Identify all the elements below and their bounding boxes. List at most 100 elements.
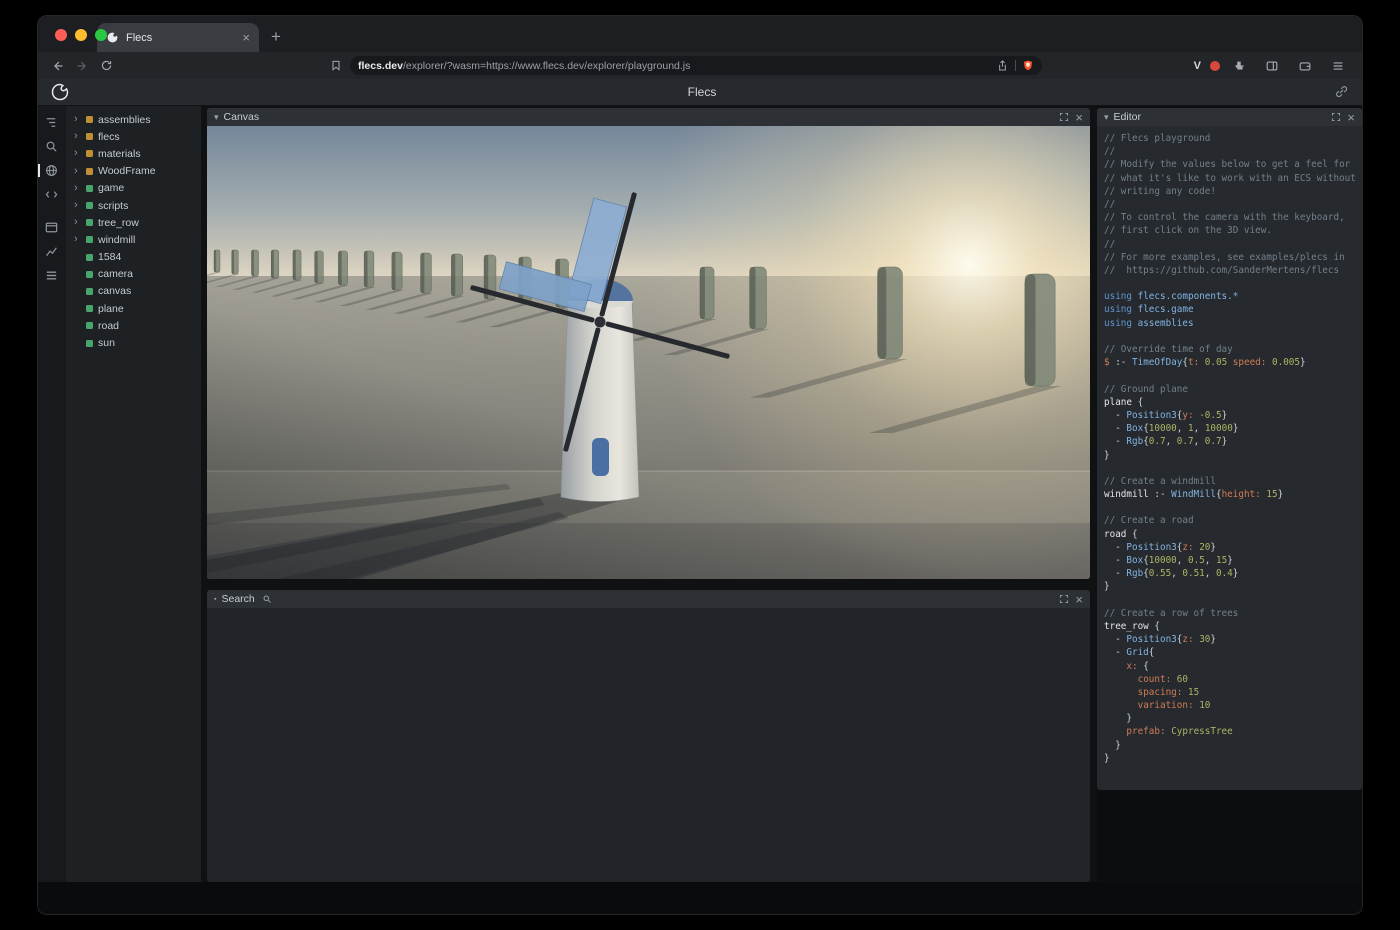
canvas-panel: ▾ Canvas ×	[207, 108, 1090, 579]
menu-hamburger-icon[interactable]	[1328, 56, 1348, 76]
tree-item-label: sun	[98, 337, 115, 349]
tree-item[interactable]: › sun	[66, 334, 201, 351]
entity-color-swatch	[86, 305, 93, 312]
zoom-window-button[interactable]	[95, 29, 107, 41]
tab-close-icon[interactable]: ×	[242, 31, 250, 44]
fullscreen-icon[interactable]	[1058, 111, 1070, 123]
sidebar-toggle-icon[interactable]	[1262, 56, 1282, 76]
app-bottom-strip	[38, 882, 1362, 914]
tree-item-label: 1584	[98, 251, 121, 263]
extensions-puzzle-icon[interactable]	[1229, 56, 1249, 76]
flecs-logo-icon[interactable]	[50, 82, 70, 102]
tree-item[interactable]: › windmill	[66, 231, 201, 248]
browser-window: Flecs × + flecs.dev/explorer/?wasm=https…	[38, 16, 1362, 914]
browser-tab[interactable]: Flecs ×	[97, 23, 259, 52]
tables-button[interactable]	[44, 268, 60, 284]
expand-chevron-icon[interactable]: ›	[74, 217, 81, 228]
window-icon	[44, 220, 59, 235]
tree-item-label: scripts	[98, 200, 128, 212]
tree-item[interactable]: › assemblies	[66, 111, 201, 128]
tab-strip: Flecs × +	[38, 16, 1362, 52]
tree-item[interactable]: › road	[66, 317, 201, 334]
close-icon[interactable]: ×	[1075, 593, 1083, 606]
expand-chevron-icon[interactable]: ›	[74, 234, 81, 245]
extension-red-dot-icon[interactable]	[1210, 61, 1220, 71]
entity-color-swatch	[86, 271, 93, 278]
tree-item-label: assemblies	[98, 114, 151, 126]
stats-button[interactable]	[44, 244, 60, 260]
share-link-icon[interactable]	[1334, 84, 1350, 100]
tab-favicon-flecs-logo	[106, 31, 119, 44]
editor-panel-header: ▾ Editor ×	[1097, 108, 1362, 126]
entity-color-swatch	[86, 116, 93, 123]
expand-chevron-icon[interactable]: ›	[74, 183, 81, 194]
tree-item[interactable]: › camera	[66, 266, 201, 283]
entity-color-swatch	[86, 150, 93, 157]
tree-item[interactable]: › materials	[66, 145, 201, 162]
tree-item[interactable]: › canvas	[66, 283, 201, 300]
world-button[interactable]	[44, 163, 60, 179]
collapse-caret-icon[interactable]: ▾	[1104, 112, 1109, 123]
code-button[interactable]	[44, 187, 60, 203]
canvas-3d-view[interactable]	[207, 126, 1090, 579]
url-text: flecs.dev/explorer/?wasm=https://www.fle…	[358, 60, 990, 72]
search-panel-header: ▪ Search ×	[207, 590, 1090, 608]
tree-item[interactable]: › flecs	[66, 128, 201, 145]
collapse-caret-icon[interactable]: ▾	[214, 112, 219, 123]
entity-color-swatch	[86, 133, 93, 140]
back-button[interactable]	[48, 56, 68, 76]
tree-item-label: game	[98, 182, 124, 194]
search-button[interactable]	[44, 139, 60, 155]
entities-tree-button[interactable]	[44, 115, 60, 131]
canvas-view-button[interactable]	[44, 220, 60, 236]
editor-panel: ▾ Editor × // Flecs playground//// Modif…	[1097, 108, 1362, 790]
close-icon[interactable]: ×	[1075, 111, 1083, 124]
tree-item[interactable]: › tree_row	[66, 214, 201, 231]
left-icon-strip	[38, 106, 66, 882]
search-results-area[interactable]	[207, 608, 1090, 882]
url-path: /explorer/?wasm=https://www.flecs.dev/ex…	[403, 60, 690, 72]
panel-bullet-icon[interactable]: ▪	[214, 596, 216, 603]
extension-v-badge[interactable]: V	[1194, 60, 1201, 72]
expand-chevron-icon[interactable]: ›	[74, 166, 81, 177]
forward-button[interactable]	[72, 56, 92, 76]
new-tab-button[interactable]: +	[263, 24, 289, 50]
wallet-icon[interactable]	[1295, 56, 1315, 76]
expand-chevron-icon[interactable]: ›	[74, 148, 81, 159]
tree-item-label: flecs	[98, 131, 120, 143]
tree-item-label: windmill	[98, 234, 135, 246]
tree-item-label: materials	[98, 148, 141, 160]
code-editor[interactable]: // Flecs playground//// Modify the value…	[1097, 126, 1362, 790]
close-icon[interactable]: ×	[1347, 111, 1355, 124]
tree-item[interactable]: › game	[66, 180, 201, 197]
close-window-button[interactable]	[55, 29, 67, 41]
bookmark-sidepanel-icon[interactable]	[326, 56, 346, 76]
tree-item-label: plane	[98, 303, 124, 315]
right-column: ▾ Editor × // Flecs playground//// Modif…	[1097, 106, 1362, 882]
address-bar[interactable]: flecs.dev/explorer/?wasm=https://www.fle…	[350, 56, 1042, 75]
entity-color-swatch	[86, 168, 93, 175]
app-header: Flecs	[38, 79, 1362, 106]
tree-item-label: tree_row	[98, 217, 139, 229]
editor-panel-title: Editor	[1114, 111, 1141, 123]
expand-chevron-icon[interactable]: ›	[74, 200, 81, 211]
flecs-explorer-app: Flecs › assemblies	[38, 79, 1362, 914]
fullscreen-icon[interactable]	[1058, 593, 1070, 605]
reload-button[interactable]	[96, 56, 116, 76]
browser-toolbar: flecs.dev/explorer/?wasm=https://www.fle…	[38, 52, 1362, 79]
share-icon[interactable]	[996, 59, 1009, 72]
entity-color-swatch	[86, 185, 93, 192]
minimize-window-button[interactable]	[75, 29, 87, 41]
fullscreen-icon[interactable]	[1330, 111, 1342, 123]
tree-item[interactable]: › WoodFrame	[66, 163, 201, 180]
tree-item-label: road	[98, 320, 119, 332]
tree-item[interactable]: › plane	[66, 300, 201, 317]
center-column: ▾ Canvas ×	[201, 106, 1097, 882]
expand-chevron-icon[interactable]: ›	[74, 131, 81, 142]
brave-shield-icon[interactable]	[1022, 59, 1034, 72]
tree-outline-icon	[44, 115, 59, 130]
tree-item[interactable]: › scripts	[66, 197, 201, 214]
tree-item[interactable]: › 1584	[66, 249, 201, 266]
expand-chevron-icon[interactable]: ›	[74, 114, 81, 125]
entity-color-swatch	[86, 254, 93, 261]
